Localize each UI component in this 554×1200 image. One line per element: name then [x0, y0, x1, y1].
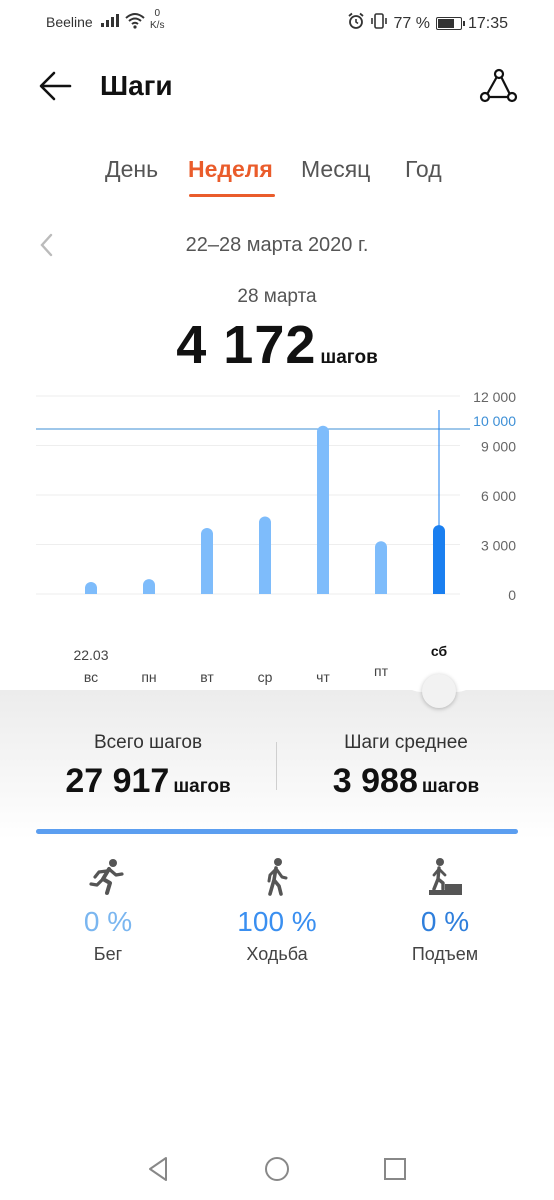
- running-percent: 0 %: [83, 906, 133, 937]
- activity-walking: 100 % Ходьба: [202, 856, 352, 965]
- nav-home-icon[interactable]: [262, 1154, 292, 1184]
- walking-percent: 100 %: [237, 906, 317, 937]
- selected-date: 28 марта: [237, 286, 317, 307]
- average-steps-label: Шаги среднее: [344, 732, 468, 753]
- wifi-icon: [124, 11, 146, 32]
- page-title: Шаги: [100, 70, 173, 101]
- signal-icon: [100, 12, 120, 31]
- x-tick-label: сб: [431, 643, 448, 659]
- total-steps-label: Всего шагов: [93, 732, 203, 753]
- scrubber-handle[interactable]: [422, 674, 456, 708]
- chart-bar: [259, 516, 271, 594]
- running-label: Бег: [93, 944, 123, 964]
- x-tick-label: вс: [84, 669, 98, 685]
- climbing-label: Подъем: [411, 944, 479, 964]
- x-tick-label: чт: [316, 669, 330, 685]
- chart-bar-base: [85, 588, 97, 594]
- selected-steps-unit: шагов: [320, 347, 378, 368]
- x-tick-label: вт: [200, 669, 214, 685]
- x-tick-label: ср: [258, 669, 273, 685]
- status-bar: Beeline 0 K/s 77 % 17:35: [0, 0, 554, 42]
- y-tick-label: 0: [508, 587, 516, 603]
- date-range: 22–28 марта 2020 г.: [0, 232, 554, 262]
- period-tabs: День Неделя Месяц Год: [0, 156, 554, 200]
- app-bar: Шаги: [0, 56, 554, 116]
- chart-bar-base: [143, 588, 155, 594]
- total-steps-stat: Всего шагов 27 917 шагов: [18, 732, 278, 801]
- y-tick-label: 6 000: [481, 488, 516, 504]
- activity-climbing: 0 % Подъем: [370, 856, 520, 965]
- running-icon: [33, 856, 183, 898]
- tab-year[interactable]: Год: [405, 156, 442, 183]
- carrier-name: Beeline: [46, 14, 93, 30]
- average-steps-value: 3 988: [332, 762, 418, 800]
- goal-label: 10 000: [473, 413, 516, 429]
- network-speed: 0 K/s: [150, 8, 165, 31]
- battery-percent: 77 %: [393, 14, 430, 32]
- clock: 17:35: [467, 14, 508, 32]
- chart-bar: [375, 541, 387, 594]
- active-tab-indicator: [189, 194, 275, 197]
- walking-label: Ходьба: [246, 944, 308, 964]
- nav-recents-icon[interactable]: [380, 1154, 410, 1184]
- x-tick-label: пт: [374, 663, 389, 679]
- y-tick-label: 12 000: [473, 389, 516, 405]
- first-date-label: 22.03: [73, 647, 108, 663]
- tab-day[interactable]: День: [105, 156, 158, 183]
- total-steps-unit: шагов: [173, 776, 231, 797]
- x-tick-label: пн: [141, 669, 156, 685]
- battery-icon: [435, 17, 465, 30]
- date-range-label: 22–28 марта 2020 г.: [185, 234, 369, 256]
- chart-bar-base: [433, 588, 445, 594]
- weekly-steps-chart[interactable]: 0 3 000 6 000 9 000 12 000 10 000 вс пн вт ср чт пт…: [0, 380, 554, 690]
- total-steps-value: 27 917: [65, 762, 170, 800]
- vibrate-icon: [371, 12, 388, 35]
- y-tick-label: 3 000: [481, 538, 516, 554]
- system-nav-bar: [0, 1140, 554, 1200]
- y-tick-label: 9 000: [481, 439, 516, 455]
- climbing-icon: [370, 856, 520, 898]
- walking-icon: [202, 856, 352, 898]
- tab-month[interactable]: Месяц: [301, 156, 370, 183]
- selected-steps: 4 172 шагов: [0, 314, 554, 376]
- chart-bar: [433, 525, 445, 594]
- nav-back-icon[interactable]: [144, 1154, 174, 1184]
- activity-progress-bar: [36, 829, 518, 834]
- chart-bar: [201, 528, 213, 594]
- climbing-percent: 0 %: [420, 906, 470, 937]
- chart-bar: [317, 425, 329, 594]
- tab-week[interactable]: Неделя: [188, 156, 273, 183]
- selected-steps-value: 4 172: [176, 315, 317, 375]
- chart-bar-base: [375, 588, 387, 594]
- average-steps-stat: Шаги среднее 3 988 шагов: [276, 732, 536, 801]
- share-icon[interactable]: [478, 66, 518, 106]
- chart-bar-base: [259, 588, 271, 594]
- activity-running: 0 % Бег: [33, 856, 183, 965]
- chart-svg: 0 3 000 6 000 9 000 12 000 10 000 вс пн вт ср чт пт…: [36, 389, 516, 685]
- chart-bar-base: [317, 588, 329, 594]
- chart-bar-base: [201, 588, 213, 594]
- chevron-left-icon[interactable]: [38, 232, 56, 258]
- alarm-icon: [347, 12, 365, 35]
- back-arrow-icon[interactable]: [36, 66, 76, 106]
- activity-progress-fill: [36, 829, 518, 834]
- average-steps-unit: шагов: [421, 776, 480, 797]
